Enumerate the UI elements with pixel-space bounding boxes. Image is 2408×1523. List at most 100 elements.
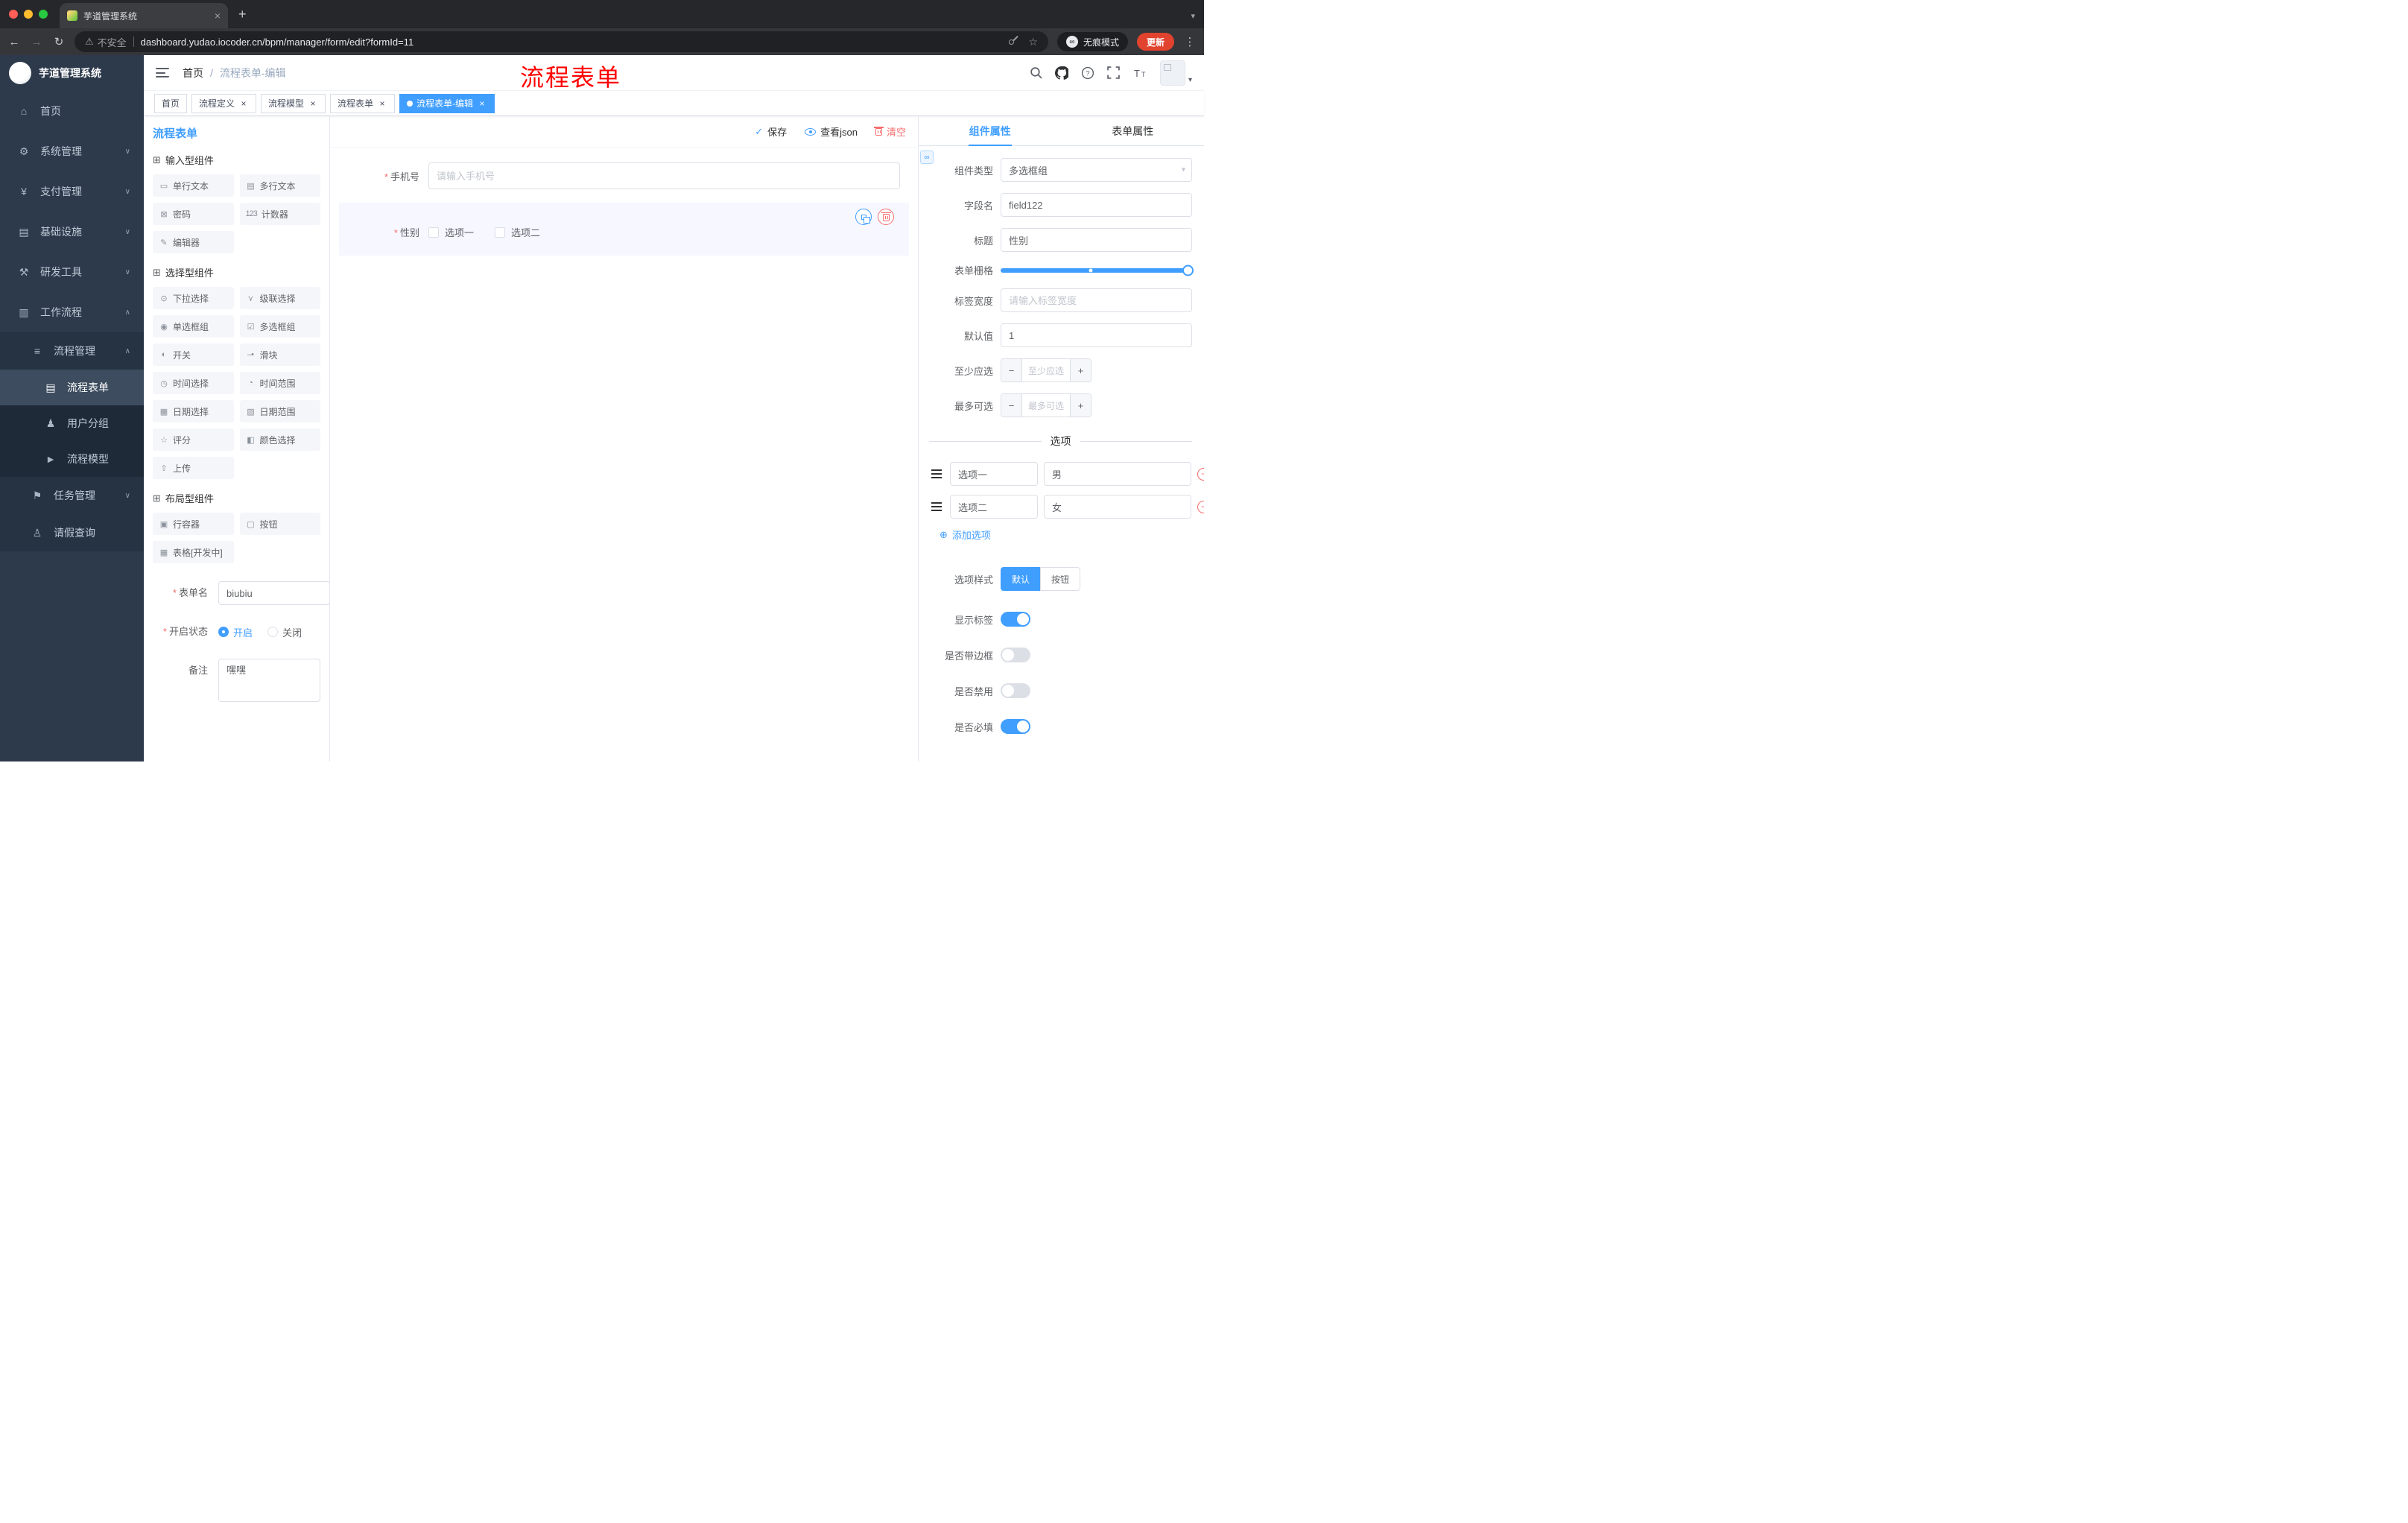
fullscreen-icon[interactable] <box>1107 66 1120 79</box>
minimize-window-button[interactable] <box>24 10 33 19</box>
copy-field-button[interactable] <box>855 209 872 225</box>
close-icon[interactable]: × <box>238 98 249 109</box>
new-tab-button[interactable]: + <box>238 7 247 22</box>
close-icon[interactable]: × <box>477 98 487 109</box>
max-select-value[interactable]: 最多可选 <box>1022 394 1070 417</box>
component-item[interactable]: ⋎ 级联选择 <box>239 287 320 309</box>
min-select-value[interactable]: 至少应选 <box>1022 359 1070 381</box>
component-item[interactable]: ◔ 时间范围 <box>239 372 320 394</box>
save-button[interactable]: ✓ 保存 <box>755 124 787 139</box>
bookmark-star-icon[interactable]: ☆ <box>1028 36 1038 48</box>
tab-component-properties[interactable]: 组件属性 <box>919 116 1062 146</box>
close-window-button[interactable] <box>9 10 18 19</box>
clear-button[interactable]: 清空 <box>873 124 906 139</box>
component-item[interactable]: ▤ 多行文本 <box>239 174 320 197</box>
form-remark-textarea[interactable]: 嘿嘿 <box>218 659 320 702</box>
option-1-value-input[interactable] <box>1044 462 1191 486</box>
radio-closed[interactable]: 关闭 <box>267 625 302 639</box>
breadcrumb-home[interactable]: 首页 <box>183 66 203 80</box>
checkbox-option-1[interactable]: 选项一 <box>428 225 474 239</box>
component-item[interactable]: ◧ 颜色选择 <box>239 428 320 451</box>
component-item[interactable]: ◷ 时间选择 <box>153 372 234 394</box>
sidebar-item-process-model[interactable]: ► 流程模型 <box>0 441 144 477</box>
component-item[interactable]: ▧ 日期范围 <box>239 400 320 422</box>
sidebar-item-payment-management[interactable]: ¥ 支付管理 ∨ <box>0 171 144 212</box>
update-button[interactable]: 更新 <box>1136 33 1174 51</box>
label-width-input[interactable] <box>1001 288 1192 312</box>
view-json-button[interactable]: 查看json <box>805 124 858 139</box>
back-button[interactable]: ← <box>7 36 21 48</box>
style-default-button[interactable]: 默认 <box>1001 567 1041 591</box>
field-name-input[interactable] <box>1001 193 1192 217</box>
sidebar-item-dev-tools[interactable]: ⚒ 研发工具 ∨ <box>0 252 144 292</box>
close-icon[interactable]: × <box>377 98 387 109</box>
option-2-label-input[interactable] <box>950 495 1038 519</box>
component-item[interactable]: ⊙ 下拉选择 <box>153 287 234 309</box>
component-item[interactable]: ⇧ 上传 <box>153 457 234 479</box>
phone-input[interactable] <box>428 162 900 189</box>
sidebar-item-user-group[interactable]: ♟ 用户分组 <box>0 405 144 441</box>
tab-form-properties[interactable]: 表单属性 <box>1062 116 1205 145</box>
component-item[interactable]: ☑ 多选框组 <box>239 315 320 338</box>
delete-field-button[interactable] <box>878 209 894 225</box>
sidebar-item-process-form[interactable]: ▤ 流程表单 <box>0 370 144 405</box>
canvas-field-gender[interactable]: * 性别 选项一 选项二 <box>339 203 909 256</box>
security-status[interactable]: ⚠ 不安全 <box>85 35 127 49</box>
link-icon[interactable]: ∞ <box>920 151 934 164</box>
search-icon[interactable] <box>1030 66 1042 79</box>
component-item[interactable]: –• 滑块 <box>239 343 320 366</box>
disabled-toggle[interactable] <box>1001 683 1030 698</box>
browser-menu-icon[interactable]: ⋮ <box>1183 35 1197 48</box>
tag-process-form-edit[interactable]: 流程表单-编辑 × <box>399 93 495 113</box>
tag-home[interactable]: 首页 <box>154 93 188 113</box>
collapse-sidebar-icon[interactable] <box>156 68 169 77</box>
address-bar[interactable]: ⚠ 不安全 dashboard.yudao.iocoder.cn/bpm/man… <box>75 31 1048 52</box>
required-toggle[interactable] <box>1001 719 1030 734</box>
canvas[interactable]: *手机号 *性别 选项一 选项二 <box>330 148 918 762</box>
tag-process-form[interactable]: 流程表单 × <box>330 93 396 113</box>
tab-search-caret-icon[interactable]: ▾ <box>1191 11 1195 21</box>
add-option-button[interactable]: ⊕ 添加选项 <box>940 528 1192 542</box>
border-toggle[interactable] <box>1001 647 1030 662</box>
component-item[interactable]: ☆ 评分 <box>153 428 234 451</box>
decrease-button[interactable]: − <box>1001 359 1022 381</box>
show-label-toggle[interactable] <box>1001 612 1030 627</box>
component-item[interactable]: 123 计数器 <box>239 203 320 225</box>
checkbox-option-2[interactable]: 选项二 <box>495 225 540 239</box>
reload-button[interactable]: ↻ <box>52 35 66 48</box>
tab-close-icon[interactable]: × <box>215 10 221 22</box>
remove-option-button[interactable]: − <box>1197 467 1204 481</box>
tag-process-model[interactable]: 流程模型 × <box>261 93 326 113</box>
component-type-select[interactable]: 多选框组 ▾ <box>1001 158 1192 182</box>
component-item[interactable]: ⊠ 密码 <box>153 203 234 225</box>
grid-slider[interactable] <box>1001 265 1194 276</box>
form-name-input[interactable] <box>218 581 329 605</box>
drag-handle-icon[interactable] <box>931 469 942 478</box>
canvas-field-phone[interactable]: * 手机号 <box>339 155 909 197</box>
close-icon[interactable]: × <box>308 98 318 109</box>
option-2-value-input[interactable] <box>1044 495 1191 519</box>
sidebar-item-leave-query[interactable]: ♙ 请假查询 <box>0 514 144 551</box>
component-item[interactable]: ▦ 日期选择 <box>153 400 234 422</box>
component-item[interactable]: ✎ 编辑器 <box>153 231 234 253</box>
forward-button[interactable]: → <box>30 36 43 48</box>
radio-open[interactable]: 开启 <box>218 625 253 639</box>
font-size-icon[interactable]: TT <box>1132 67 1147 79</box>
component-item[interactable]: ▦ 表格[开发中] <box>153 541 234 563</box>
component-item[interactable]: ◉ 单选框组 <box>153 315 234 338</box>
component-item[interactable]: ▢ 按钮 <box>239 513 320 535</box>
default-value-input[interactable] <box>1001 323 1192 347</box>
sidebar-logo[interactable]: 芋道管理系统 <box>0 55 144 91</box>
component-item[interactable]: ▣ 行容器 <box>153 513 234 535</box>
title-input[interactable] <box>1001 228 1192 252</box>
sidebar-item-process-management[interactable]: ≡ 流程管理 ∧ <box>0 332 144 370</box>
sidebar-item-infrastructure[interactable]: ▤ 基础设施 ∨ <box>0 212 144 252</box>
key-icon[interactable] <box>1007 38 1016 45</box>
browser-tab[interactable]: 芋道管理系统 × <box>60 3 228 28</box>
remove-option-button[interactable]: − <box>1197 500 1204 513</box>
sidebar-item-workflow[interactable]: ▥ 工作流程 ∧ <box>0 292 144 332</box>
help-icon[interactable]: ? <box>1081 66 1094 80</box>
component-item[interactable]: ▭ 单行文本 <box>153 174 234 197</box>
github-icon[interactable] <box>1054 66 1068 80</box>
drag-handle-icon[interactable] <box>931 502 942 511</box>
